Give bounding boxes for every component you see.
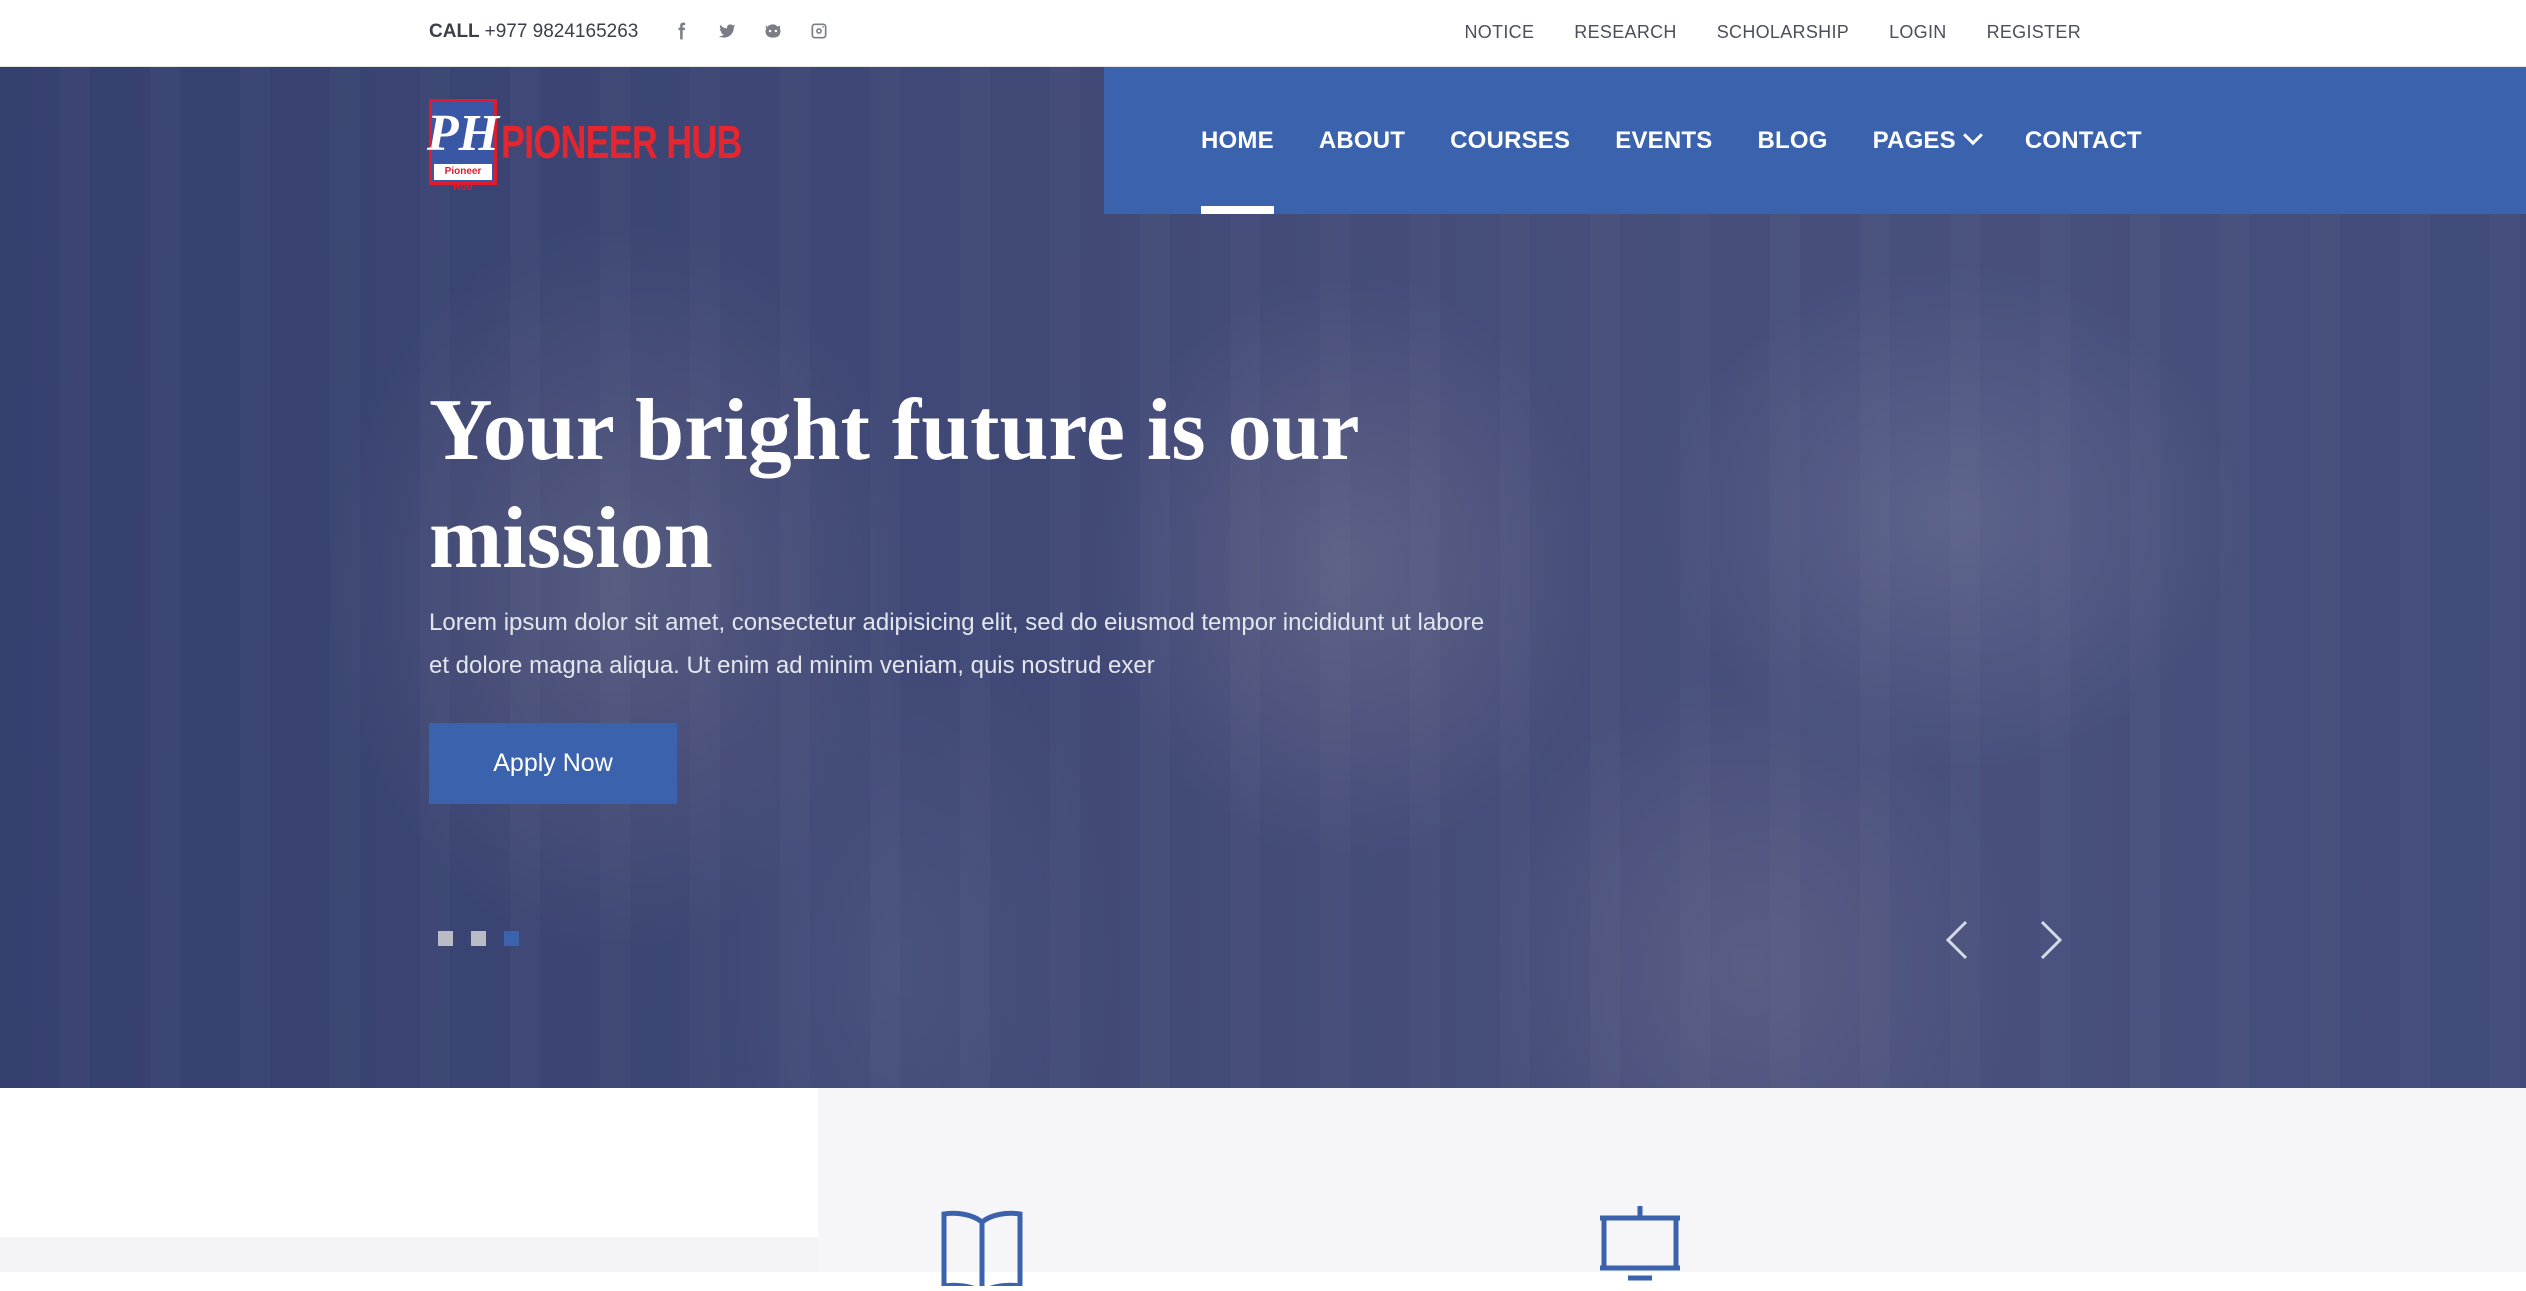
nav-contact-label: CONTACT <box>2024 126 2142 154</box>
logo-mark: PH Pioneer Hub <box>426 99 500 193</box>
apply-now-button[interactable]: Apply Now <box>429 723 677 804</box>
presentation-board-icon <box>1598 1206 1682 1286</box>
instagram-icon[interactable] <box>806 18 832 44</box>
utility-nav: NOTICE RESEARCH SCHOLARSHIP LOGIN REGIST… <box>1464 18 2081 46</box>
nav-about[interactable]: ABOUT <box>1319 67 1405 214</box>
phone-number[interactable]: +977 9824165263 <box>485 21 639 42</box>
nav-home[interactable]: HOME <box>1201 67 1274 214</box>
logo-monogram: PH <box>426 105 500 162</box>
logo-mark-caption: Pioneer Hub <box>434 164 492 193</box>
contact-phone: CALL +977 9824165263 <box>429 18 638 46</box>
site-logo[interactable]: PH Pioneer Hub PIONEER HUB <box>426 97 742 193</box>
nav-events-label: EVENTS <box>1615 126 1713 154</box>
notice-link[interactable]: NOTICE <box>1464 18 1534 46</box>
twitter-icon[interactable] <box>714 18 740 44</box>
social-links <box>668 16 832 46</box>
lower-section-left <box>0 1237 818 1272</box>
slider-next-arrow-icon[interactable] <box>2030 910 2070 970</box>
hero-slider: PH Pioneer Hub PIONEER HUB HOME ABOUT CO… <box>0 67 2526 1088</box>
hero-description: Lorem ipsum dolor sit amet, consectetur … <box>429 609 1485 679</box>
features-panel <box>818 1088 2526 1291</box>
hero-title-line1: Your bright future is our <box>429 382 1360 479</box>
hero-title: Your bright future is our mission <box>429 377 1529 593</box>
open-book-icon <box>940 1206 1024 1291</box>
nav-contact[interactable]: CONTACT <box>2025 67 2142 214</box>
main-nav: HOME ABOUT COURSES EVENTS BLOG PAGES CON… <box>1104 67 2526 214</box>
nav-blog-label: BLOG <box>1757 126 1828 154</box>
slide-dot-2[interactable] <box>471 931 486 946</box>
nav-courses-label: COURSES <box>1450 126 1571 154</box>
nav-pages-label: PAGES <box>1872 126 1956 154</box>
call-label: CALL <box>429 21 480 42</box>
nav-blog[interactable]: BLOG <box>1757 67 1827 214</box>
nav-home-label: HOME <box>1201 126 1274 154</box>
facebook-icon[interactable] <box>668 18 694 44</box>
nav-events[interactable]: EVENTS <box>1615 67 1712 214</box>
register-link[interactable]: REGISTER <box>1987 18 2081 46</box>
logo-wordmark: PIONEER HUB <box>501 116 742 168</box>
slide-dot-1[interactable] <box>438 931 453 946</box>
research-link[interactable]: RESEARCH <box>1574 18 1676 46</box>
github-icon[interactable] <box>760 18 786 44</box>
top-bar: CALL +977 9824165263 NOTICE RESEARCH SCH… <box>0 0 2526 67</box>
slider-pagination <box>438 931 519 946</box>
chevron-down-icon <box>1962 124 1983 145</box>
scholarship-link[interactable]: SCHOLARSHIP <box>1717 18 1849 46</box>
nav-courses[interactable]: COURSES <box>1450 67 1570 214</box>
nav-pages[interactable]: PAGES <box>1872 67 1983 214</box>
login-link[interactable]: LOGIN <box>1889 18 1947 46</box>
slider-prev-arrow-icon[interactable] <box>1938 910 1978 970</box>
slide-dot-3[interactable] <box>504 931 519 946</box>
hero-title-line2: mission <box>429 490 713 587</box>
nav-about-label: ABOUT <box>1318 126 1406 154</box>
